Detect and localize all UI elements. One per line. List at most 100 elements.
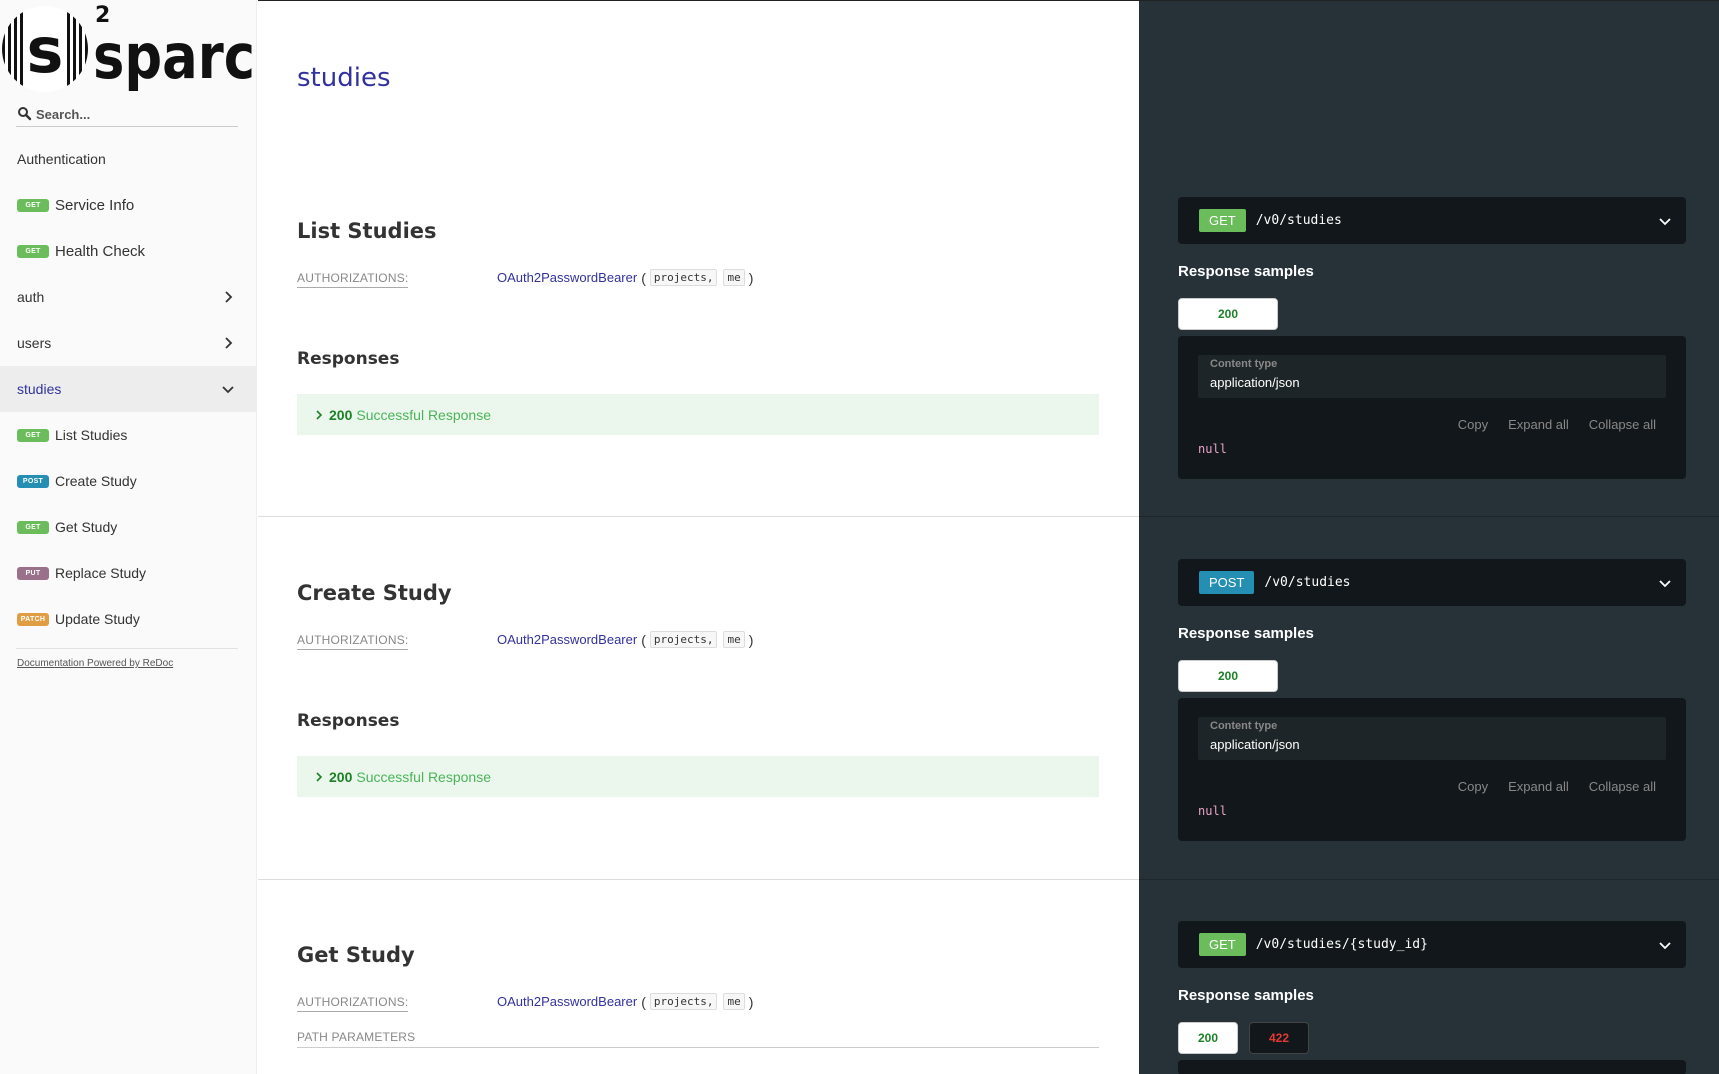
collapse-all-button[interactable]: Collapse all xyxy=(1589,779,1656,794)
scope-tag: projects, xyxy=(649,631,718,648)
expand-all-button[interactable]: Expand all xyxy=(1508,779,1569,794)
scope-tag: projects, xyxy=(649,269,718,286)
chevron-down-icon xyxy=(1659,579,1671,587)
sidebar-item-update-study[interactable]: PATCH Update Study xyxy=(0,596,257,642)
tab-200[interactable]: 200 xyxy=(1178,298,1278,330)
svg-text:sparc: sparc xyxy=(93,20,255,93)
sidebar-item-get-study[interactable]: GET Get Study xyxy=(0,504,257,550)
endpoint-bar[interactable]: POST /v0/studies xyxy=(1178,559,1686,606)
response-samples-heading: Response samples xyxy=(1178,625,1314,642)
search-input[interactable] xyxy=(36,106,231,122)
sidebar-item-label: Replace Study xyxy=(55,565,147,581)
response-200-row[interactable]: 200 Successful Response xyxy=(297,756,1099,797)
chevron-right-icon xyxy=(225,291,233,303)
expand-all-button[interactable]: Expand all xyxy=(1508,417,1569,432)
chevron-down-icon xyxy=(222,386,234,394)
collapse-all-button[interactable]: Collapse all xyxy=(1589,417,1656,432)
response-samples-heading: Response samples xyxy=(1178,987,1314,1004)
authorization-value: OAuth2PasswordBearer ( projects, me ) xyxy=(497,993,754,1010)
response-code: 200 xyxy=(329,406,353,423)
content-type-value: application/json xyxy=(1210,375,1300,390)
sidebar-item-studies[interactable]: studies xyxy=(0,366,257,412)
sidebar-item-auth[interactable]: auth xyxy=(0,274,257,320)
section-divider xyxy=(1139,516,1719,517)
sidebar-item-authentication[interactable]: Authentication xyxy=(0,136,257,182)
sample-value: null xyxy=(1198,804,1227,818)
auth-scheme-link[interactable]: OAuth2PasswordBearer xyxy=(497,270,637,285)
sample-controls: Copy Expand all Collapse all xyxy=(1458,417,1656,432)
path-parameters-label: PATH PARAMETERS xyxy=(297,1030,1099,1048)
method-badge: GET xyxy=(1199,209,1246,232)
scope-tag: me xyxy=(723,631,745,648)
get-badge: GET xyxy=(17,198,49,212)
post-badge: POST xyxy=(17,474,49,488)
authorization-value: OAuth2PasswordBearer ( projects, me ) xyxy=(497,269,754,286)
sample-panel: Content type application/json Copy Expan… xyxy=(1178,336,1686,479)
chevron-down-icon xyxy=(1659,941,1671,949)
sparc-logo[interactable]: s 2 sparc xyxy=(0,0,257,96)
auth-scheme-link[interactable]: OAuth2PasswordBearer xyxy=(497,632,637,647)
copy-button[interactable]: Copy xyxy=(1458,417,1488,432)
get-badge: GET xyxy=(17,428,49,442)
sample-panel xyxy=(1178,1060,1686,1074)
chevron-right-icon xyxy=(316,409,323,420)
sidebar-item-list-studies[interactable]: GET List Studies xyxy=(0,412,257,458)
sidebar-item-label: auth xyxy=(17,289,45,305)
search-icon xyxy=(18,107,32,121)
tab-200[interactable]: 200 xyxy=(1178,1022,1238,1054)
response-code: 200 xyxy=(329,768,353,785)
sidebar-item-label: Get Study xyxy=(55,519,118,535)
content-type-box[interactable]: Content type application/json xyxy=(1198,717,1666,760)
sidebar-item-replace-study[interactable]: PUT Replace Study xyxy=(0,550,257,596)
samples-panel: GET /v0/studies Response samples 200 Con… xyxy=(1139,0,1719,1074)
sidebar-item-label: Health Check xyxy=(55,242,146,260)
sidebar-item-health-check[interactable]: GET Health Check xyxy=(0,228,257,274)
sidebar-item-users[interactable]: users xyxy=(0,320,257,366)
patch-badge: PATCH xyxy=(17,612,49,626)
sample-value: null xyxy=(1198,442,1227,456)
get-badge: GET xyxy=(17,520,49,534)
search-box xyxy=(16,102,238,127)
endpoint-path: /v0/studies/{study_id} xyxy=(1255,937,1428,952)
sidebar-item-label: List Studies xyxy=(55,427,128,443)
sidebar-menu: Authentication GET Service Info GET Heal… xyxy=(0,136,257,642)
content-panel: studies List Studies AUTHORIZATIONS: OAu… xyxy=(258,0,1139,1074)
sample-panel: Content type application/json Copy Expan… xyxy=(1178,698,1686,841)
scope-tag: me xyxy=(723,269,745,286)
sidebar-item-label: Create Study xyxy=(55,473,137,489)
endpoint-path: /v0/studies xyxy=(1264,575,1351,590)
authorizations-label: AUTHORIZATIONS: xyxy=(297,995,409,1012)
auth-scheme-link[interactable]: OAuth2PasswordBearer xyxy=(497,994,637,1009)
method-badge: POST xyxy=(1199,571,1255,594)
operation-title: Get Study xyxy=(297,943,415,967)
endpoint-bar[interactable]: GET /v0/studies xyxy=(1178,197,1686,244)
section-divider xyxy=(258,879,1139,880)
response-description: Successful Response xyxy=(356,406,491,423)
section-divider xyxy=(258,516,1139,517)
sidebar-item-label: studies xyxy=(17,381,62,397)
powered-by-link[interactable]: Documentation Powered by ReDoc xyxy=(17,658,173,669)
sidebar-item-create-study[interactable]: POST Create Study xyxy=(0,458,257,504)
tab-422[interactable]: 422 xyxy=(1249,1022,1309,1054)
svg-text:s: s xyxy=(27,14,64,87)
response-samples-heading: Response samples xyxy=(1178,263,1314,280)
section-divider xyxy=(1139,879,1719,880)
response-200-row[interactable]: 200 Successful Response xyxy=(297,394,1099,435)
chevron-down-icon xyxy=(1659,217,1671,225)
endpoint-bar[interactable]: GET /v0/studies/{study_id} xyxy=(1178,921,1686,968)
content-type-box[interactable]: Content type application/json xyxy=(1198,355,1666,398)
sidebar-item-label: Authentication xyxy=(17,151,106,167)
operation-title: List Studies xyxy=(297,219,437,243)
sidebar-divider xyxy=(16,648,238,649)
operation-title: Create Study xyxy=(297,581,452,605)
content-type-value: application/json xyxy=(1210,737,1300,752)
content-type-label: Content type xyxy=(1210,358,1278,370)
tab-200[interactable]: 200 xyxy=(1178,660,1278,692)
sidebar-item-label: users xyxy=(17,335,52,351)
scope-tag: me xyxy=(723,993,745,1010)
sidebar-item-service-info[interactable]: GET Service Info xyxy=(0,182,257,228)
sidebar: s 2 sparc Authentication GET Service Inf… xyxy=(0,0,257,1074)
copy-button[interactable]: Copy xyxy=(1458,779,1488,794)
responses-heading: Responses xyxy=(297,711,400,731)
authorizations-label: AUTHORIZATIONS: xyxy=(297,271,409,288)
